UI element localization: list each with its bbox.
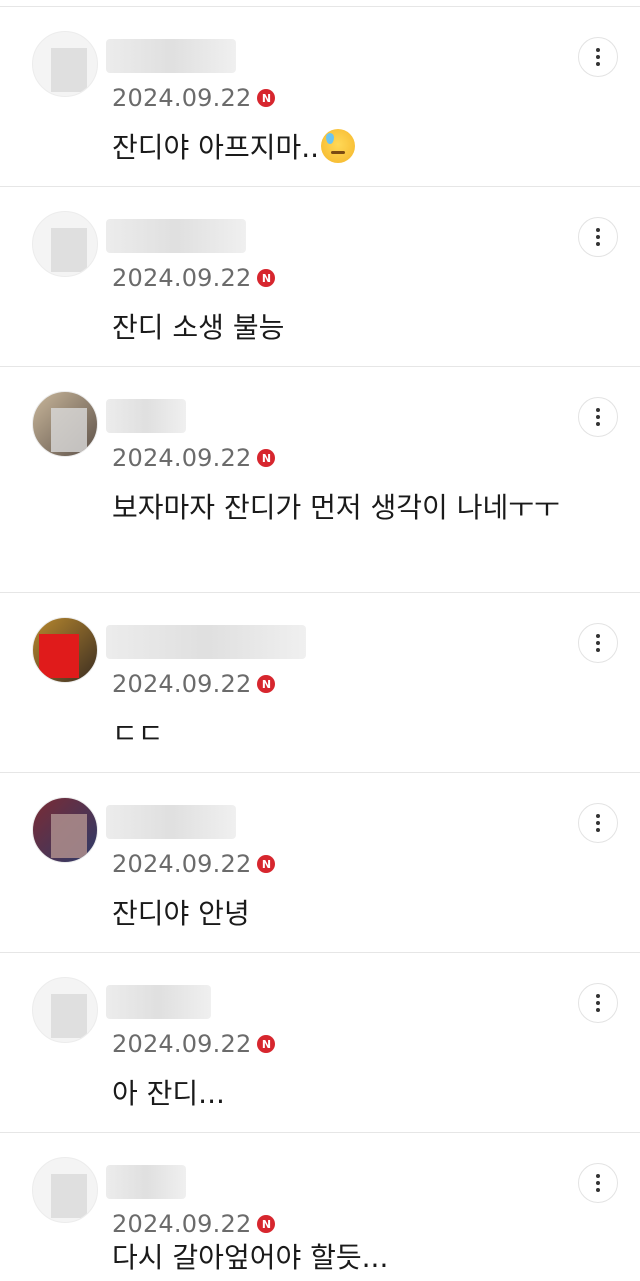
comment-meta: 2024.09.22 N bbox=[112, 83, 276, 113]
comment-date: 2024.09.22 bbox=[112, 670, 252, 698]
new-badge-icon: N bbox=[257, 675, 276, 693]
comment-item: 2024.09.22 N 보자마자 잔디가 먼저 생각이 나네ㅜㅜ bbox=[0, 367, 640, 593]
sad-sweat-face-emoji bbox=[321, 129, 356, 163]
more-options-button[interactable] bbox=[578, 37, 618, 77]
comment-text: 잔디야 아프지마.. bbox=[112, 125, 582, 171]
new-badge-icon: N bbox=[257, 1035, 276, 1053]
comment-text: ㄷㄷ bbox=[112, 717, 164, 750]
avatar[interactable] bbox=[32, 617, 98, 683]
comment-meta: 2024.09.22 N bbox=[112, 669, 276, 699]
comment-date: 2024.09.22 bbox=[112, 84, 252, 112]
comment-text: 다시 갈아엎어야 할듯... bbox=[112, 1241, 389, 1274]
more-options-button[interactable] bbox=[578, 1163, 618, 1203]
username-blurred[interactable] bbox=[106, 39, 236, 73]
avatar[interactable] bbox=[32, 977, 98, 1043]
new-badge-icon: N bbox=[257, 269, 276, 287]
more-options-button[interactable] bbox=[578, 803, 618, 843]
comment-meta: 2024.09.22 N bbox=[112, 849, 276, 879]
comment-date: 2024.09.22 bbox=[112, 850, 252, 878]
comment-item: 2024.09.22 N ㄷㄷ bbox=[0, 593, 640, 773]
comment-meta: 2024.09.22 N bbox=[112, 443, 276, 473]
avatar[interactable] bbox=[32, 1157, 98, 1223]
comment-item: 2024.09.22 N 잔디야 안녕 bbox=[0, 773, 640, 953]
comment-text: 보자마자 잔디가 먼저 생각이 나네ㅜㅜ bbox=[112, 491, 560, 524]
comment-item: 2024.09.22 N 잔디 소생 불능 bbox=[0, 187, 640, 367]
username-blurred[interactable] bbox=[106, 625, 306, 659]
username-blurred[interactable] bbox=[106, 399, 186, 433]
more-options-button[interactable] bbox=[578, 623, 618, 663]
comment-meta: 2024.09.22 N bbox=[112, 263, 276, 293]
username-blurred[interactable] bbox=[106, 1165, 186, 1199]
comment-date: 2024.09.22 bbox=[112, 1030, 252, 1058]
comment-date: 2024.09.22 bbox=[112, 444, 252, 472]
more-options-button[interactable] bbox=[578, 983, 618, 1023]
comment-text: 잔디 소생 불능 bbox=[112, 311, 285, 344]
comment-text-content: 잔디야 아프지마.. bbox=[112, 131, 320, 164]
more-options-button[interactable] bbox=[578, 397, 618, 437]
avatar[interactable] bbox=[32, 797, 98, 863]
comment-date: 2024.09.22 bbox=[112, 264, 252, 292]
new-badge-icon: N bbox=[257, 1215, 276, 1233]
comment-item: 2024.09.22 N 다시 갈아엎어야 할듯... bbox=[0, 1133, 640, 1280]
more-options-button[interactable] bbox=[578, 217, 618, 257]
username-blurred[interactable] bbox=[106, 985, 211, 1019]
avatar[interactable] bbox=[32, 391, 98, 457]
comment-item: 2024.09.22 N 잔디야 아프지마.. bbox=[0, 7, 640, 187]
comment-text: 아 잔디... bbox=[112, 1077, 225, 1110]
username-blurred[interactable] bbox=[106, 219, 246, 253]
comment-meta: 2024.09.22 N bbox=[112, 1029, 276, 1059]
avatar[interactable] bbox=[32, 211, 98, 277]
new-badge-icon: N bbox=[257, 855, 276, 873]
new-badge-icon: N bbox=[257, 89, 276, 107]
new-badge-icon: N bbox=[257, 449, 276, 467]
username-blurred[interactable] bbox=[106, 805, 236, 839]
avatar[interactable] bbox=[32, 31, 98, 97]
comment-text: 잔디야 안녕 bbox=[112, 897, 250, 930]
comment-item: 2024.09.22 N 아 잔디... bbox=[0, 953, 640, 1133]
